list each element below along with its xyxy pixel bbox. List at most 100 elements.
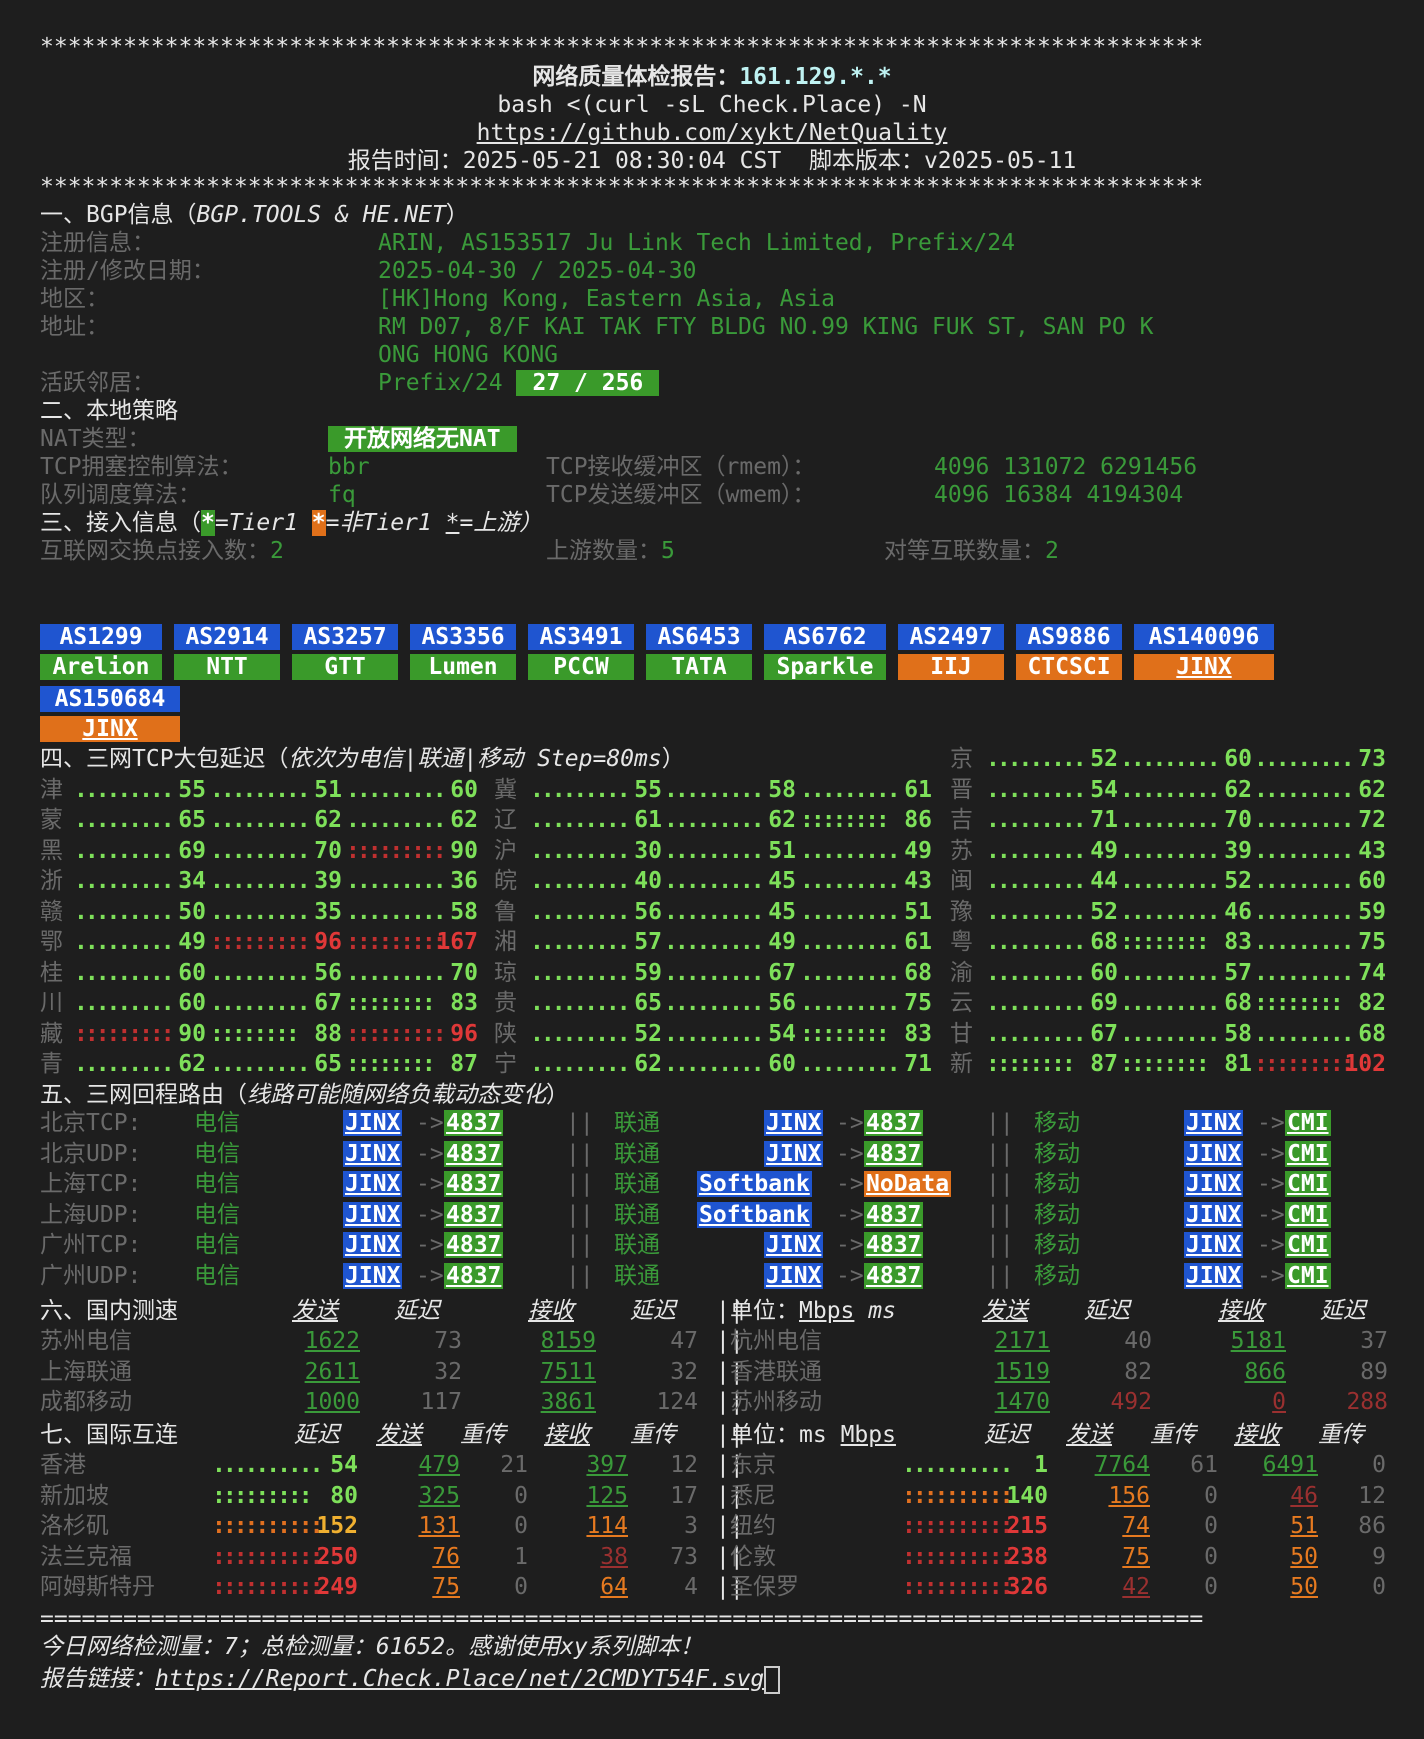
province-label: 宁 — [494, 1051, 517, 1077]
asn-name-10[interactable]: JINX — [40, 716, 180, 742]
dom-send-lat: 117 — [420, 1389, 462, 1415]
route-arrow: -> — [1257, 1171, 1285, 1197]
intl-recv-retr: 17 — [670, 1482, 698, 1509]
route-dest[interactable]: 4837 — [444, 1232, 504, 1258]
latency-dots: :::::::: — [1254, 990, 1344, 1016]
asn-number-10[interactable]: AS150684 — [40, 686, 180, 712]
route-hop[interactable]: JINX — [1184, 1171, 1244, 1197]
route-hop[interactable]: JINX — [764, 1140, 824, 1167]
latency-value: 60 — [1358, 868, 1386, 894]
route-dest[interactable]: 4837 — [444, 1262, 504, 1289]
latency-value: 52 — [1224, 868, 1252, 894]
intl-city-2: 纽约 — [730, 1513, 776, 1539]
route-dest[interactable]: 4837 — [864, 1110, 924, 1136]
route-hop[interactable]: JINX — [1184, 1201, 1244, 1228]
rmem-label: TCP接收缓冲区（rmem）： — [546, 454, 816, 480]
asn-number-2[interactable]: AS3257 — [292, 624, 398, 650]
route-hop[interactable]: JINX — [1184, 1110, 1244, 1136]
header-stars-top: ****************************************… — [40, 34, 1204, 60]
route-dest[interactable]: 4837 — [864, 1262, 924, 1289]
asn-name-3[interactable]: Lumen — [410, 654, 516, 680]
route-dest[interactable]: CMI — [1285, 1171, 1331, 1197]
route-dest[interactable]: CMI — [1285, 1110, 1331, 1136]
route-arrow: -> — [836, 1140, 864, 1167]
asn-number-9[interactable]: AS140096 — [1134, 624, 1274, 650]
dom-send-2: 1470 — [994, 1389, 1050, 1415]
intl-col-send: 发送 — [376, 1422, 422, 1448]
intl-city: 洛杉矶 — [40, 1513, 109, 1539]
asn-number-1[interactable]: AS2914 — [174, 624, 280, 650]
route-hop[interactable]: JINX — [343, 1262, 403, 1289]
asn-number-5[interactable]: AS6453 — [646, 624, 752, 650]
ix-count: 互联网交换点接入数：2 — [40, 538, 284, 564]
intl-send-retr: 0 — [514, 1574, 528, 1600]
route-hop[interactable]: JINX — [343, 1140, 403, 1167]
route-dest[interactable]: 4837 — [444, 1201, 504, 1228]
intl-city-2: 东京 — [730, 1452, 776, 1478]
route-hop[interactable]: JINX — [764, 1262, 824, 1289]
latency-value: 62 — [1224, 776, 1252, 803]
asn-name-5[interactable]: TATA — [646, 654, 752, 680]
route-hop[interactable]: JINX — [343, 1232, 403, 1258]
asn-number-0[interactable]: AS1299 — [40, 624, 162, 650]
route-dest[interactable]: CMI — [1285, 1262, 1331, 1289]
route-dest[interactable]: CMI — [1285, 1140, 1331, 1167]
route-hop[interactable]: JINX — [1184, 1140, 1244, 1167]
asn-number-7[interactable]: AS2497 — [898, 624, 1004, 650]
command-line[interactable]: bash <(curl -sL Check.Place) -N — [40, 90, 1384, 120]
intl-recv-2: 46 — [1290, 1482, 1318, 1509]
route-dest[interactable]: NoData — [864, 1171, 952, 1197]
route-hop[interactable]: JINX — [343, 1201, 403, 1228]
asn-name-7[interactable]: IIJ — [898, 654, 1004, 680]
dom-send: 2611 — [304, 1358, 360, 1385]
intl-lat: 250 — [316, 1543, 358, 1570]
latency-value: 61 — [904, 776, 932, 803]
route-dest[interactable]: 4837 — [444, 1140, 504, 1167]
latency-value: 30 — [634, 837, 662, 864]
province-label: 辽 — [494, 807, 517, 833]
carrier-ct: 电信 — [194, 1171, 240, 1197]
latency-value: 46 — [1224, 898, 1252, 925]
asn-name-6[interactable]: Sparkle — [764, 654, 886, 680]
route-hop[interactable]: Softbank — [697, 1171, 812, 1197]
asn-number-6[interactable]: AS6762 — [764, 624, 886, 650]
asn-name-4[interactable]: PCCW — [528, 654, 634, 680]
asn-number-4[interactable]: AS3491 — [528, 624, 634, 650]
asn-number-8[interactable]: AS9886 — [1016, 624, 1122, 650]
latency-value: 71 — [1090, 807, 1118, 833]
route-dest[interactable]: 4837 — [864, 1140, 924, 1167]
latency-value: 82 — [1358, 990, 1386, 1016]
intl-recv: 64 — [600, 1574, 628, 1600]
route-hop[interactable]: JINX — [764, 1232, 824, 1258]
route-hop[interactable]: JINX — [1184, 1262, 1244, 1289]
asn-number-3[interactable]: AS3356 — [410, 624, 516, 650]
route-hop[interactable]: JINX — [343, 1110, 403, 1136]
route-dest[interactable]: 4837 — [444, 1110, 504, 1136]
route-dest[interactable]: 4837 — [864, 1232, 924, 1258]
repo-link[interactable]: https://github.com/xykt/NetQuality — [40, 118, 1384, 148]
route-arrow: -> — [416, 1171, 444, 1197]
latency-value: 58 — [768, 776, 796, 803]
asn-name-8[interactable]: CTCSCI — [1016, 654, 1122, 680]
route-hop[interactable]: JINX — [343, 1171, 403, 1197]
latency-value: 67 — [1090, 1020, 1118, 1047]
route-hop[interactable]: JINX — [764, 1110, 824, 1136]
asn-name-2[interactable]: GTT — [292, 654, 398, 680]
latency-value: 57 — [634, 929, 662, 955]
latency-value: 83 — [904, 1020, 932, 1047]
route-dest[interactable]: 4837 — [864, 1201, 924, 1228]
dom-send-2: 2171 — [994, 1328, 1050, 1354]
dom-send-lat-2: 492 — [1110, 1389, 1152, 1415]
route-dest[interactable]: CMI — [1285, 1232, 1331, 1258]
asn-name-9[interactable]: JINX — [1134, 654, 1274, 680]
latency-value: 56 — [768, 990, 796, 1016]
report-link[interactable]: https://Report.Check.Place/net/2CMDYT54F… — [155, 1666, 764, 1692]
route-dest[interactable]: CMI — [1285, 1201, 1331, 1228]
route-dest[interactable]: 4837 — [444, 1171, 504, 1197]
latency-dots: :::::::: — [1120, 1051, 1210, 1077]
route-hop[interactable]: JINX — [1184, 1232, 1244, 1258]
asn-name-1[interactable]: NTT — [174, 654, 280, 680]
route-hop[interactable]: Softbank — [697, 1201, 812, 1228]
asn-name-0[interactable]: Arelion — [40, 654, 162, 680]
intl-recv: 125 — [586, 1482, 628, 1509]
